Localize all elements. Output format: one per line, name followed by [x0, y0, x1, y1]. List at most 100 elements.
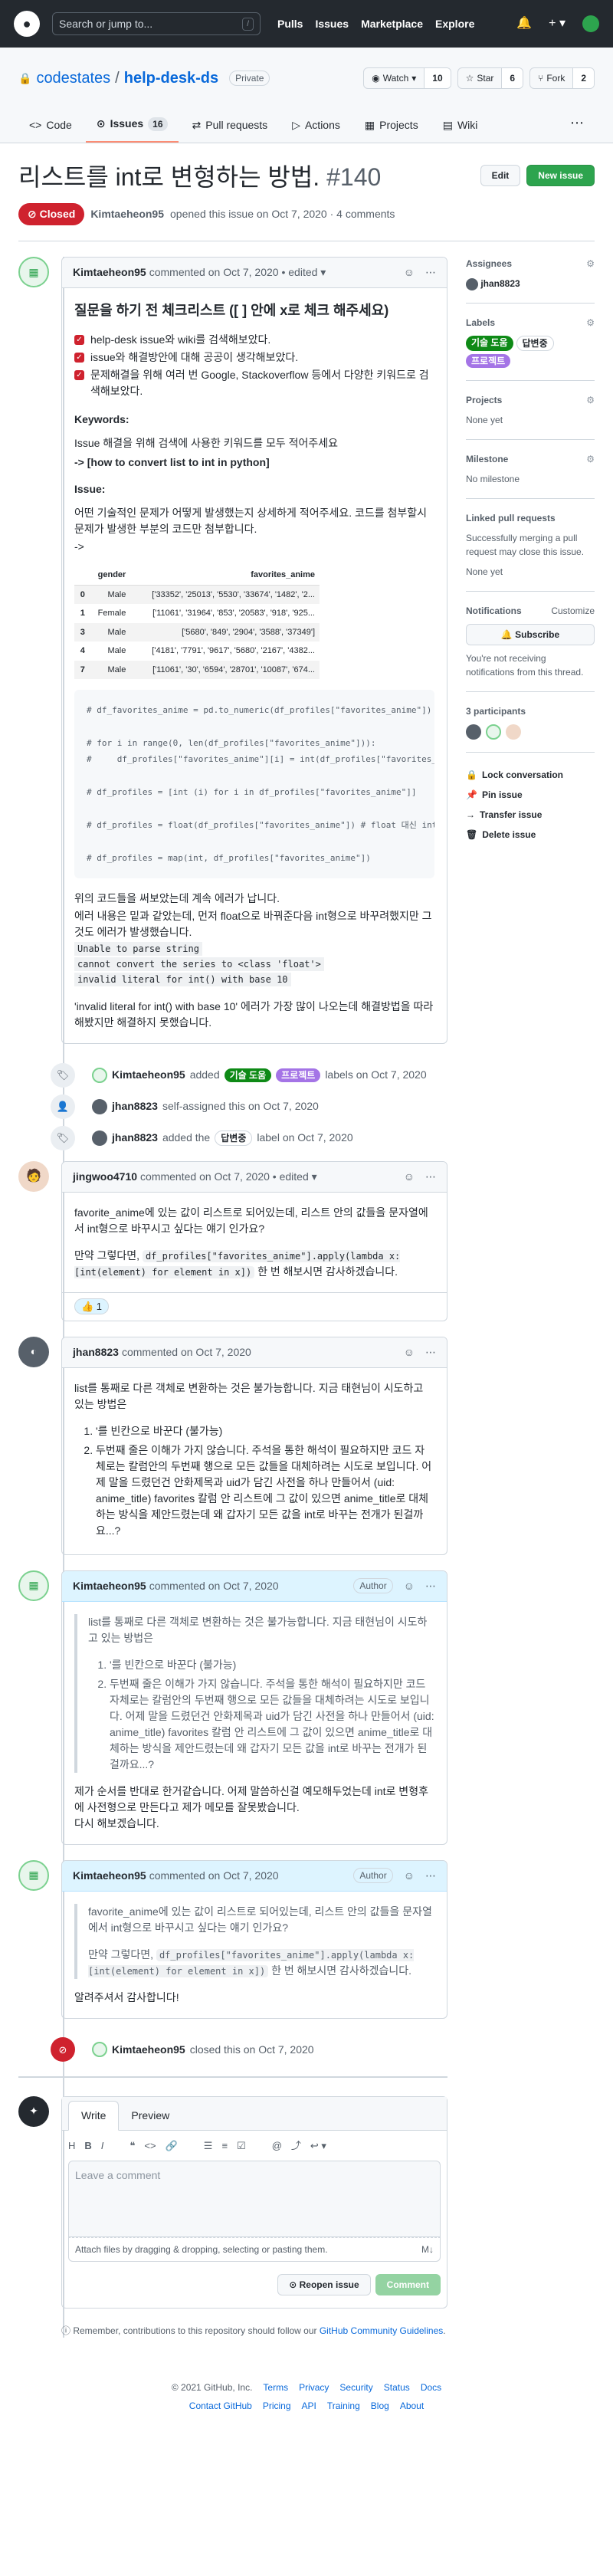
gear-icon[interactable]: ⚙: [586, 452, 595, 466]
label-badge[interactable]: 프로젝트: [466, 354, 511, 368]
gear-icon[interactable]: ⚙: [586, 316, 595, 330]
tab-code[interactable]: <> Code: [18, 117, 83, 143]
footer-link-contact[interactable]: Contact GitHub: [189, 2399, 252, 2413]
kebab-icon[interactable]: ⋯: [425, 1169, 436, 1185]
kebab-icon[interactable]: ⋯: [425, 1578, 436, 1594]
footer-link-terms[interactable]: Terms: [263, 2381, 288, 2394]
footer-link-about[interactable]: About: [400, 2399, 424, 2413]
plus-dropdown-icon[interactable]: + ▾: [549, 15, 565, 33]
footer-link-privacy[interactable]: Privacy: [299, 2381, 329, 2394]
smiley-icon[interactable]: ☺: [404, 1169, 415, 1185]
comment-author[interactable]: jhan8823: [73, 1344, 119, 1360]
milestone-title[interactable]: Milestone: [466, 452, 508, 466]
footer-link-pricing[interactable]: Pricing: [263, 2399, 291, 2413]
tab-wiki[interactable]: ▤ Wiki: [432, 117, 489, 143]
assignees-title[interactable]: Assignees: [466, 257, 512, 271]
kebab-icon[interactable]: ⋯: [425, 1868, 436, 1884]
attach-files-bar[interactable]: Attach files by dragging & dropping, sel…: [68, 2237, 441, 2263]
more-icon[interactable]: ⋯: [559, 113, 595, 143]
nav-pulls[interactable]: Pulls: [277, 16, 303, 32]
smiley-icon[interactable]: ☺: [404, 1868, 415, 1884]
delete-issue-button[interactable]: 🗑 Delete issue: [466, 825, 595, 845]
label-badge[interactable]: 기술 도움: [466, 336, 513, 351]
user-avatar[interactable]: [582, 15, 599, 32]
bullet-list-icon[interactable]: ☰: [204, 2138, 213, 2154]
tab-preview[interactable]: Preview: [119, 2102, 182, 2130]
avatar[interactable]: ◐: [18, 1336, 49, 1367]
label-badge[interactable]: 답변중: [516, 336, 554, 351]
heading-icon[interactable]: H: [68, 2138, 75, 2154]
tab-projects[interactable]: ▦ Projects: [354, 117, 429, 143]
comment-button[interactable]: Comment: [375, 2274, 441, 2296]
reference-icon[interactable]: ⤴: [291, 2138, 301, 2154]
footer-link-blog[interactable]: Blog: [371, 2399, 389, 2413]
comment-author[interactable]: Kimtaeheon95: [73, 1868, 146, 1884]
label-badge[interactable]: 답변중: [215, 1130, 253, 1146]
footer-link-training[interactable]: Training: [327, 2399, 360, 2413]
subscribe-button[interactable]: 🔔 Subscribe: [466, 624, 595, 645]
nav-issues[interactable]: Issues: [315, 16, 349, 32]
edited-dropdown[interactable]: • edited ▾: [273, 1169, 317, 1185]
tab-pull-requests[interactable]: ⇄ Pull requests: [182, 117, 279, 143]
assignee[interactable]: jhan8823: [466, 277, 595, 290]
code-icon[interactable]: <>: [144, 2138, 156, 2154]
event-user[interactable]: jhan8823: [112, 1130, 158, 1146]
thumbs-up-reaction[interactable]: 👍 1: [74, 1298, 110, 1315]
pin-issue-button[interactable]: 📌 Pin issue: [466, 785, 595, 805]
avatar[interactable]: [92, 1067, 107, 1083]
avatar[interactable]: ▦: [18, 257, 49, 287]
github-logo-icon[interactable]: ●: [14, 11, 40, 37]
bell-icon[interactable]: 🔔: [516, 15, 532, 33]
star-button[interactable]: ☆ Star 6: [457, 67, 524, 89]
footer-link-security[interactable]: Security: [339, 2381, 372, 2394]
label-badge[interactable]: 기술 도움: [224, 1068, 272, 1082]
fork-button[interactable]: ⑂ Fork 2: [529, 67, 595, 89]
smiley-icon[interactable]: ☺: [404, 264, 415, 281]
comment-author[interactable]: jingwoo4710: [73, 1169, 137, 1185]
event-user[interactable]: jhan8823: [112, 1098, 158, 1114]
edited-dropdown[interactable]: • edited ▾: [281, 264, 326, 281]
avatar[interactable]: [506, 724, 521, 740]
tab-issues[interactable]: ⊙ Issues 16: [85, 116, 179, 143]
customize-link[interactable]: Customize: [551, 604, 595, 618]
event-user[interactable]: Kimtaeheon95: [112, 2042, 185, 2058]
avatar[interactable]: [92, 2042, 107, 2058]
avatar[interactable]: ▦: [18, 1859, 49, 1891]
reopen-issue-button[interactable]: ⊙ Reopen issue: [277, 2274, 371, 2296]
nav-marketplace[interactable]: Marketplace: [361, 16, 423, 32]
search-input[interactable]: Search or jump to... /: [52, 12, 261, 35]
comment-author[interactable]: Kimtaeheon95: [73, 1578, 146, 1594]
watch-button[interactable]: ◉ Watch ▾ 10: [363, 67, 451, 89]
task-list-icon[interactable]: ☑: [237, 2138, 246, 2154]
comment-textarea[interactable]: Leave a comment: [68, 2161, 441, 2238]
avatar[interactable]: 🧑: [18, 1161, 49, 1193]
link-icon[interactable]: 🔗: [166, 2138, 178, 2154]
event-user[interactable]: Kimtaeheon95: [112, 1067, 185, 1083]
label-badge[interactable]: 프로젝트: [276, 1068, 321, 1082]
mention-icon[interactable]: @: [272, 2138, 282, 2154]
avatar[interactable]: [486, 724, 501, 740]
footer-link-status[interactable]: Status: [384, 2381, 410, 2394]
avatar[interactable]: ✦: [18, 2095, 49, 2127]
reply-icon[interactable]: ↩ ▾: [310, 2138, 326, 2154]
fork-count[interactable]: 2: [572, 68, 594, 88]
tab-actions[interactable]: ▷ Actions: [281, 117, 351, 143]
footer-link-api[interactable]: API: [302, 2399, 316, 2413]
star-count[interactable]: 6: [501, 68, 523, 88]
new-issue-button[interactable]: New issue: [526, 165, 595, 186]
tab-write[interactable]: Write: [68, 2100, 120, 2131]
nav-explore[interactable]: Explore: [435, 16, 474, 32]
avatar[interactable]: [466, 724, 481, 740]
labels-title[interactable]: Labels: [466, 316, 495, 330]
quote-icon[interactable]: ❝: [129, 2138, 135, 2154]
comment-author[interactable]: Kimtaeheon95: [73, 264, 146, 281]
transfer-issue-button[interactable]: → Transfer issue: [466, 805, 595, 825]
smiley-icon[interactable]: ☺: [404, 1578, 415, 1594]
guidelines-link[interactable]: GitHub Community Guidelines: [320, 2325, 443, 2336]
kebab-icon[interactable]: ⋯: [425, 1344, 436, 1360]
lock-conversation-button[interactable]: 🔒 Lock conversation: [466, 765, 595, 785]
repo-name-link[interactable]: help-desk-ds: [124, 67, 218, 90]
italic-icon[interactable]: I: [101, 2138, 104, 2154]
numbered-list-icon[interactable]: ≡: [221, 2138, 228, 2154]
gear-icon[interactable]: ⚙: [586, 393, 595, 407]
